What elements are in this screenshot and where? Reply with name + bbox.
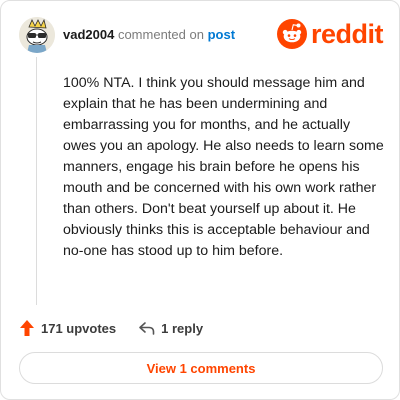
reddit-logo[interactable]: reddit bbox=[276, 18, 384, 50]
comment-card: vad2004 commented on post reddit 100% NT… bbox=[0, 0, 400, 400]
snoo-avatar-icon bbox=[19, 17, 55, 53]
comment-header: vad2004 commented on post reddit bbox=[19, 15, 384, 55]
reply-count: 1 reply bbox=[161, 320, 204, 336]
reddit-alien-icon bbox=[276, 19, 307, 49]
comment-meta: vad2004 commented on post bbox=[63, 27, 235, 42]
username-link[interactable]: vad2004 bbox=[63, 27, 114, 42]
reply-button[interactable]: 1 reply bbox=[138, 321, 203, 336]
reddit-wordmark: reddit bbox=[310, 19, 384, 49]
comment-actions: 171 upvotes 1 reply bbox=[19, 317, 203, 339]
reply-arrow-icon bbox=[139, 322, 155, 335]
view-comments-button[interactable]: View 1 comments bbox=[19, 352, 383, 384]
user-avatar[interactable] bbox=[19, 17, 55, 53]
action-text: commented on bbox=[117, 27, 204, 42]
upvote-button[interactable]: 171 upvotes bbox=[19, 319, 116, 337]
upvote-arrow-icon bbox=[20, 320, 34, 336]
post-link[interactable]: post bbox=[208, 27, 235, 42]
comment-body: 100% NTA. I think you should message him… bbox=[63, 75, 384, 259]
thread-line bbox=[36, 57, 37, 305]
upvote-count: 171 upvotes bbox=[41, 320, 117, 336]
